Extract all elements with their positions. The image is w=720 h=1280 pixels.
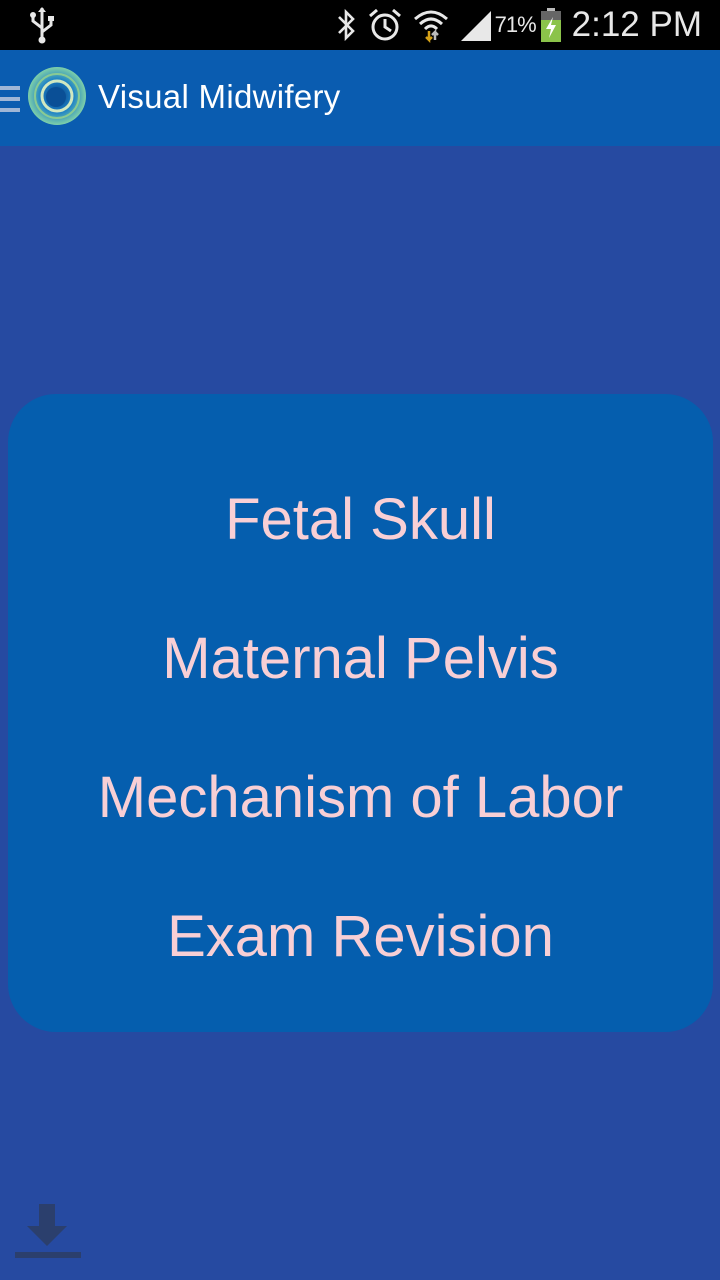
menu-card: Fetal Skull Maternal Pelvis Mechanism of… bbox=[8, 394, 713, 1032]
menu-item-fetal-skull[interactable]: Fetal Skull bbox=[8, 486, 713, 553]
action-bar: Visual Midwifery bbox=[0, 50, 720, 146]
battery-charging-icon bbox=[540, 8, 561, 42]
alarm-icon bbox=[368, 8, 401, 41]
app-title: Visual Midwifery bbox=[98, 78, 341, 115]
wifi-icon bbox=[413, 10, 448, 43]
menu-item-maternal-pelvis[interactable]: Maternal Pelvis bbox=[8, 625, 713, 692]
battery-percent: 71% bbox=[494, 12, 537, 37]
download-icon[interactable] bbox=[13, 1200, 83, 1264]
usb-icon bbox=[30, 7, 54, 44]
clock: 2:12 PM bbox=[571, 5, 702, 44]
menu-item-mechanism-of-labor[interactable]: Mechanism of Labor bbox=[8, 764, 713, 831]
status-bar: 71% 2:12 PM bbox=[0, 0, 720, 50]
app-logo-icon[interactable] bbox=[27, 66, 87, 126]
bluetooth-icon bbox=[337, 8, 355, 42]
menu-icon[interactable] bbox=[0, 86, 20, 114]
menu-item-exam-revision[interactable]: Exam Revision bbox=[8, 903, 713, 970]
signal-icon bbox=[460, 11, 491, 41]
